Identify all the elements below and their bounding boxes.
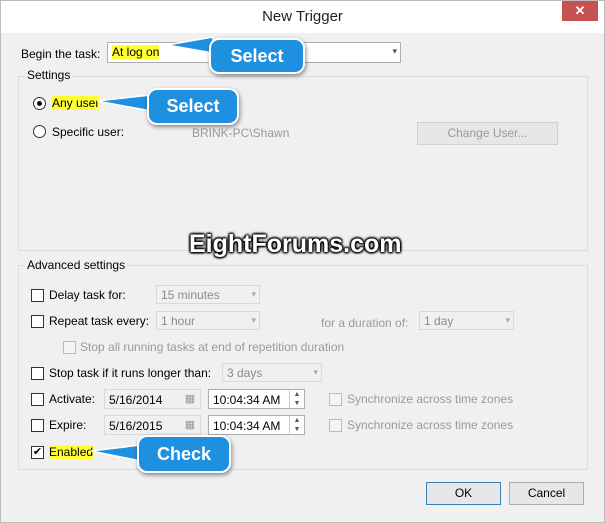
check-callout: Check <box>137 435 231 473</box>
new-trigger-dialog: New Trigger ✕ Begin the task: At log on … <box>0 0 605 523</box>
callout-pointer-check <box>90 444 142 462</box>
select-callout-2: Select <box>147 88 239 125</box>
dialog-title: New Trigger <box>262 8 343 25</box>
title-bar: New Trigger ✕ <box>1 1 604 33</box>
callout-pointer-select-2 <box>96 94 152 112</box>
dialog-body: Begin the task: At log on ▾ Settings Any… <box>1 33 604 522</box>
callout-pointer-select-1 <box>166 36 214 54</box>
close-button[interactable]: ✕ <box>562 1 598 21</box>
callout-pointers <box>90 36 214 462</box>
select-callout-1: Select <box>209 38 305 74</box>
